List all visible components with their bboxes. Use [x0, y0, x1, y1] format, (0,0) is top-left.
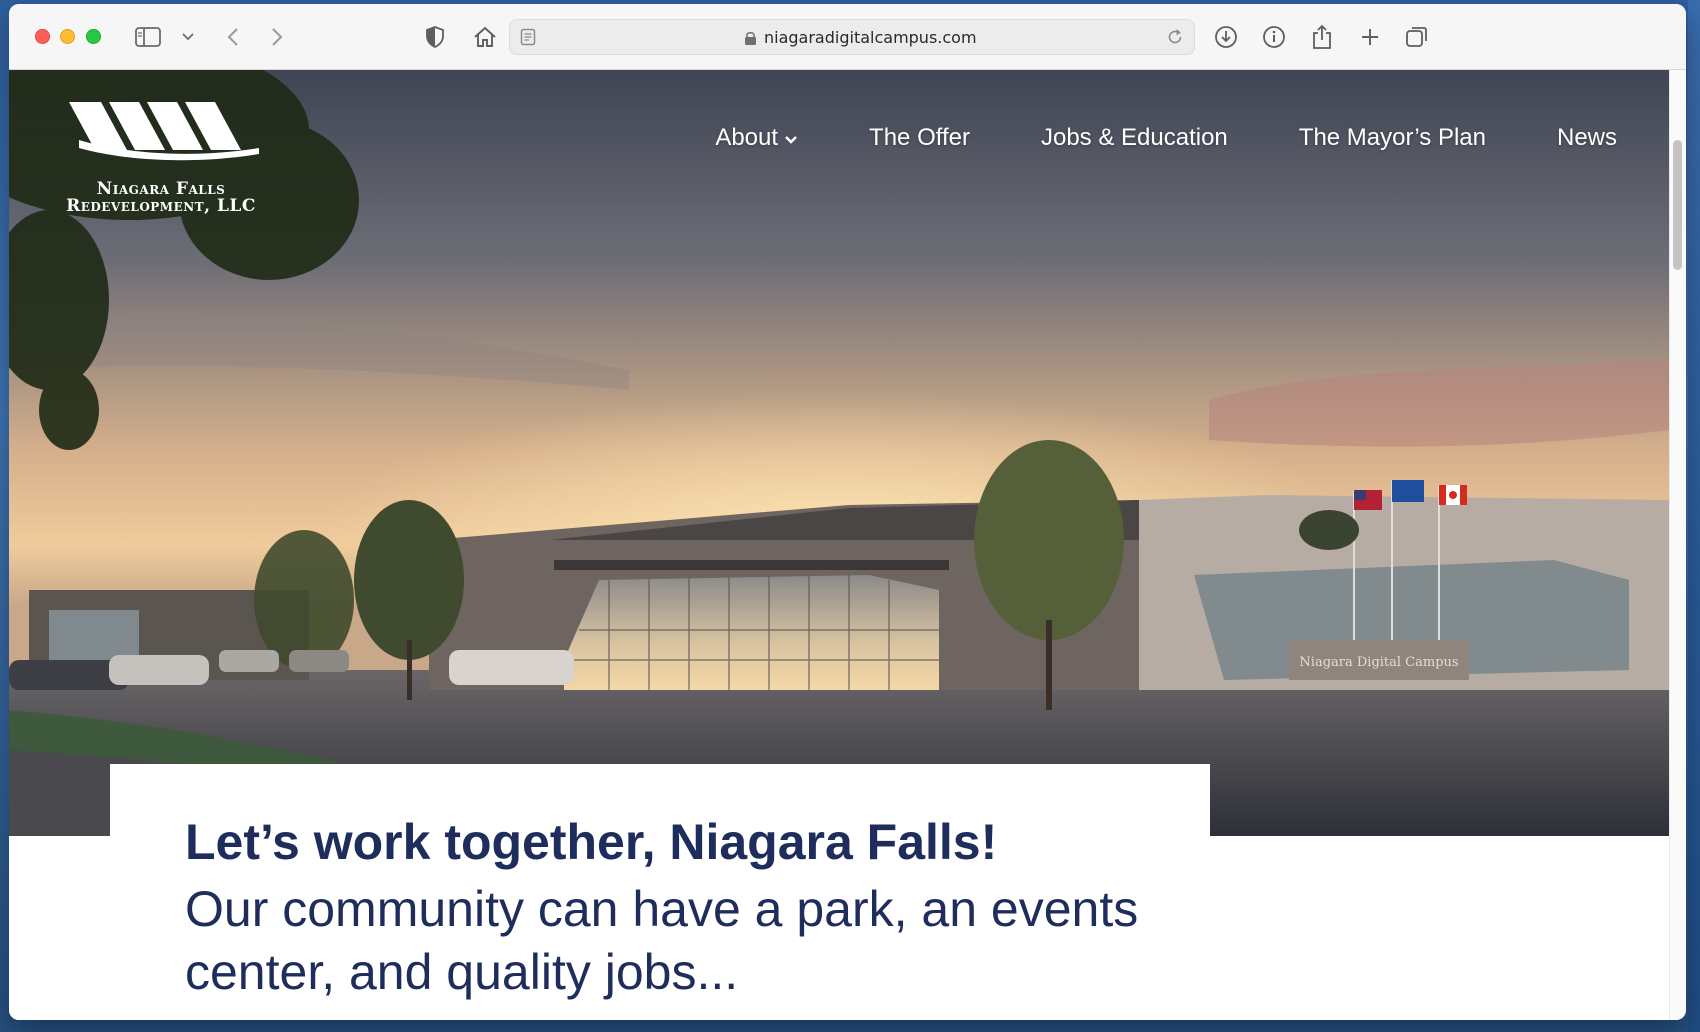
web-page: Niagara Digital Campus Niagara Falls Red… [9, 70, 1669, 1020]
page-subheadline: Our community can have a park, an events… [185, 881, 1139, 1000]
zoom-window-button[interactable] [86, 29, 101, 44]
chevron-down-icon[interactable] [179, 22, 197, 52]
chevron-down-icon [784, 124, 798, 152]
close-window-button[interactable] [35, 29, 50, 44]
nav-jobs-education-label: Jobs & Education [1040, 124, 1228, 151]
nav-jobs-education[interactable]: Jobs & Education [1041, 124, 1228, 152]
scrollbar-thumb[interactable] [1673, 140, 1682, 270]
logo-line2: Redevelopment, LLC [66, 196, 256, 216]
browser-window: niagaradigitalcampus.com Niagara Digital… [9, 4, 1686, 1020]
privacy-shield-icon[interactable] [422, 22, 448, 52]
forward-icon[interactable] [265, 22, 289, 52]
hero-image: Niagara Digital Campus Niagara Falls Red… [9, 70, 1669, 836]
share-icon[interactable] [1307, 22, 1337, 52]
nav-news[interactable]: News [1557, 124, 1617, 152]
home-icon[interactable] [471, 22, 499, 52]
nav-mayors-plan-label: The Mayor’s Plan [1298, 124, 1486, 151]
download-icon[interactable] [1211, 22, 1241, 52]
info-icon[interactable] [1259, 22, 1289, 52]
main-nav: About The Offer Jobs & Education The May… [644, 124, 1617, 152]
reload-icon[interactable] [1166, 28, 1184, 50]
campus-sign-text: Niagara Digital Campus [1299, 655, 1458, 670]
nav-the-offer[interactable]: The Offer [869, 124, 970, 152]
url-text[interactable]: niagaradigitalcampus.com [764, 28, 977, 47]
lock-icon [744, 30, 757, 50]
nav-the-offer-label: The Offer [869, 124, 970, 151]
intro-card: Let’s work together, Niagara Falls! Our … [110, 764, 1210, 1020]
nav-about-label: About [715, 124, 779, 151]
tabs-overview-icon[interactable] [1402, 22, 1432, 52]
browser-toolbar: niagaradigitalcampus.com [9, 4, 1686, 70]
address-bar[interactable]: niagaradigitalcampus.com [509, 19, 1195, 55]
nav-about[interactable]: About [715, 124, 798, 152]
nav-mayors-plan[interactable]: The Mayor’s Plan [1299, 124, 1486, 152]
back-icon[interactable] [221, 22, 245, 52]
desktop-background [1688, 0, 1700, 1032]
page-scrollbar[interactable] [1669, 70, 1686, 1020]
company-logo[interactable]: Niagara Falls Redevelopment, LLC [51, 96, 271, 216]
nav-news-label: News [1556, 124, 1617, 151]
new-tab-icon[interactable] [1355, 22, 1385, 52]
sidebar-icon[interactable] [133, 22, 163, 52]
reader-icon[interactable] [520, 28, 536, 50]
minimize-window-button[interactable] [60, 29, 75, 44]
page-headline: Let’s work together, Niagara Falls! [185, 814, 998, 870]
